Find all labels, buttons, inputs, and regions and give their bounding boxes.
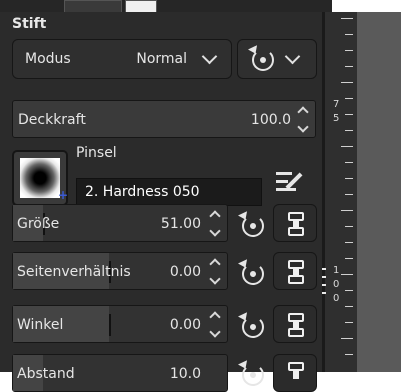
ruler-label: 0 [333, 279, 340, 290]
chain-link-icon [288, 313, 304, 337]
brush-name-field: 2. Hardness 050 [76, 178, 262, 206]
ruler-tick [345, 194, 353, 195]
opacity-spin-buttons[interactable] [297, 105, 311, 135]
ruler-tick [345, 178, 353, 179]
ruler-tick [341, 274, 353, 275]
mode-reset-dropdown[interactable] [237, 39, 317, 79]
angle-label: Winkel [17, 317, 64, 333]
ruler-tick [345, 114, 353, 115]
chain-link-icon [288, 212, 304, 236]
ruler-tick [345, 226, 353, 227]
ruler-tick [341, 210, 353, 211]
resize-handle-dot[interactable] [322, 284, 326, 286]
mode-value: Normal [136, 51, 187, 67]
aspect-ratio-label: Seitenverhältnis [17, 264, 131, 280]
ruler-tick [345, 66, 353, 67]
edit-brush-icon[interactable] [276, 168, 306, 196]
aspect-ratio-link-button[interactable] [273, 252, 317, 290]
resize-handle-dot[interactable] [322, 276, 326, 278]
ruler-label: 1 [333, 265, 340, 276]
spacing-label: Abstand [17, 366, 75, 382]
mode-label: Modus [25, 51, 71, 67]
reset-icon [252, 49, 274, 71]
size-spin-buttons[interactable] [209, 209, 223, 239]
ruler-tick [341, 18, 353, 19]
spin-down-icon[interactable] [209, 326, 221, 338]
spacing-slider[interactable]: Abstand 10.0 [12, 354, 228, 392]
canvas-area[interactable] [357, 12, 401, 372]
ruler-label: 7 [333, 99, 340, 110]
spin-up-icon[interactable] [209, 258, 221, 270]
ruler-tick [345, 306, 353, 307]
angle-link-button[interactable] [273, 305, 317, 343]
resize-handle-dot[interactable] [322, 268, 326, 270]
spin-down-icon[interactable] [209, 273, 221, 285]
angle-value: 0.00 [169, 317, 201, 333]
brush-thumbnail [20, 158, 60, 198]
opacity-slider[interactable]: Deckkraft 100.0 [12, 100, 316, 138]
chain-link-icon [288, 260, 304, 284]
chevron-down-icon [284, 48, 301, 65]
spacing-value: 10.0 [169, 366, 201, 382]
spin-up-icon[interactable] [209, 311, 221, 323]
brush-name: 2. Hardness 050 [85, 184, 200, 200]
brush-heading: Pinsel [76, 145, 117, 161]
aspect-ratio-slider[interactable]: Seitenverhältnis 0.00 [12, 252, 228, 290]
plus-icon: + [58, 188, 69, 202]
ruler-tick [345, 258, 353, 259]
tool-options-panel: Stift Modus Normal Deckkraft 100.0 Pinse… [0, 12, 322, 392]
size-label: Größe [17, 216, 60, 232]
aspect-ratio-value: 0.00 [169, 264, 201, 280]
size-link-button[interactable] [273, 204, 317, 242]
spacing-link-button[interactable] [273, 354, 317, 392]
spin-down-icon[interactable] [297, 121, 309, 133]
ruler-tick [341, 82, 353, 83]
resize-handle-dot[interactable] [322, 292, 326, 294]
angle-marker [109, 314, 111, 336]
reset-icon[interactable] [242, 215, 264, 237]
ruler-tick [345, 98, 353, 99]
ruler-tick [345, 50, 353, 51]
ruler-tick [345, 322, 353, 323]
size-slider[interactable]: Größe 51.00 [12, 204, 228, 242]
ruler-label: 0 [333, 293, 340, 304]
spin-up-icon[interactable] [209, 210, 221, 222]
reset-icon[interactable] [242, 316, 264, 338]
ruler-tick [345, 354, 353, 355]
ruler-tick [341, 146, 353, 147]
ruler-tick [345, 34, 353, 35]
ruler-label: 5 [333, 113, 340, 124]
opacity-value: 100.0 [250, 112, 291, 128]
angle-slider[interactable]: Winkel 0.00 [12, 305, 228, 343]
reset-icon[interactable] [242, 263, 264, 285]
ruler-tick [345, 242, 353, 243]
spin-up-icon[interactable] [297, 106, 309, 118]
ruler-tick [345, 290, 353, 291]
angle-spin-buttons[interactable] [209, 310, 223, 340]
ruler-tick [341, 338, 353, 339]
chain-link-icon [288, 362, 304, 386]
panel-title: Stift [12, 16, 47, 32]
aspect-ratio-spin-buttons[interactable] [209, 257, 223, 287]
spin-down-icon[interactable] [209, 225, 221, 237]
size-value: 51.00 [160, 216, 201, 232]
chevron-down-icon [201, 48, 218, 65]
reset-icon[interactable] [242, 364, 264, 386]
ruler-tick [345, 130, 353, 131]
opacity-label: Deckkraft [18, 112, 86, 128]
brush-preview-button[interactable]: + [12, 150, 68, 206]
mode-dropdown[interactable]: Modus Normal [12, 39, 232, 79]
ruler-tick [345, 162, 353, 163]
